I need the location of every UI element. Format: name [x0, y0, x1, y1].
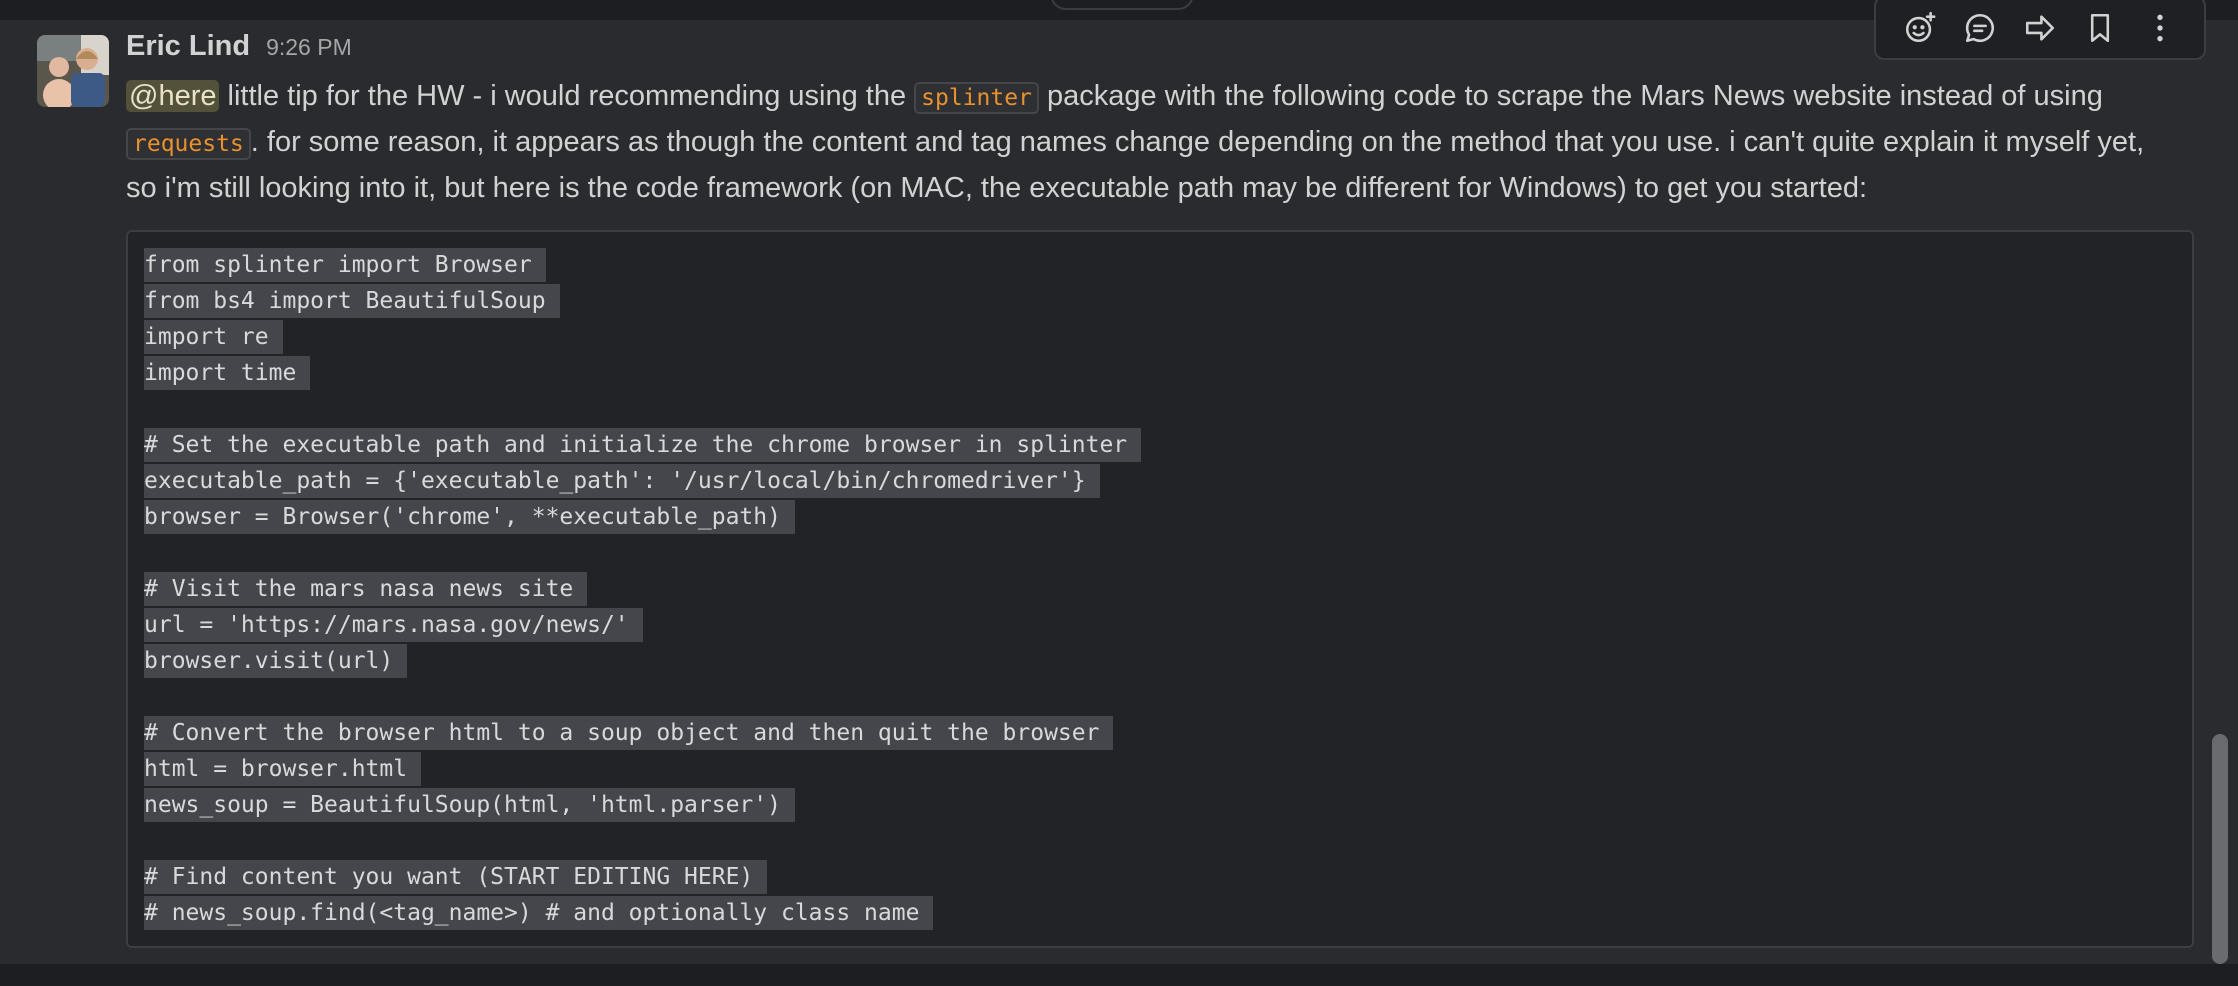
- message-body: @here little tip for the HW - i would re…: [126, 74, 2194, 210]
- code-line: import re: [144, 319, 2176, 355]
- code-line: # Find content you want (START EDITING H…: [144, 859, 2176, 895]
- message-line-1: @here little tip for the HW - i would re…: [126, 74, 2194, 120]
- message-text-3: . for some reason, it appears as though …: [250, 126, 2145, 158]
- code-line: executable_path = {'executable_path': '/…: [144, 463, 2176, 499]
- message-text-2: package with the following code to scrap…: [1038, 80, 2103, 112]
- bookmark-icon: [2090, 13, 2110, 43]
- code-line: browser = Browser('chrome', **executable…: [144, 499, 2176, 535]
- code-line: # Visit the mars nasa news site: [144, 571, 2176, 607]
- code-line: url = 'https://mars.nasa.gov/news/': [144, 607, 2176, 643]
- message-text-4: so i'm still looking into it, but here i…: [126, 172, 1868, 204]
- code-line: html = browser.html: [144, 751, 2176, 787]
- timestamp[interactable]: 9:26 PM: [266, 34, 352, 61]
- avatar-image: [37, 35, 109, 107]
- reply-thread-button[interactable]: [1956, 4, 2004, 52]
- code-line: # news_soup.find(<tag_name>) # and optio…: [144, 895, 2176, 931]
- add-reaction-button[interactable]: [1896, 4, 1944, 52]
- forward-button[interactable]: [2016, 4, 2064, 52]
- new-messages-pill[interactable]: [1050, 0, 1194, 10]
- bottom-bar: [0, 964, 2238, 986]
- inline-code-splinter: splinter: [914, 82, 1039, 114]
- code-line: from bs4 import BeautifulSoup: [144, 283, 2176, 319]
- reply-thread-icon: [1965, 13, 1994, 43]
- more-actions-icon: [2157, 14, 2163, 42]
- add-reaction-icon: [1905, 11, 1936, 43]
- more-actions-button[interactable]: [2136, 4, 2184, 52]
- here-mention[interactable]: @here: [126, 80, 220, 112]
- code-line: browser.visit(url): [144, 643, 2176, 679]
- message-line-2: requests. for some reason, it appears as…: [126, 120, 2194, 166]
- message: Eric Lind 9:26 PM @here little tip for t…: [126, 30, 2194, 948]
- avatar[interactable]: [37, 35, 109, 107]
- message-text-1: little tip for the HW - i would recommen…: [219, 80, 915, 112]
- code-block: from splinter import Browser from bs4 im…: [126, 230, 2194, 948]
- forward-icon: [2025, 15, 2055, 41]
- message-line-3: so i'm still looking into it, but here i…: [126, 166, 2194, 210]
- code-line: news_soup = BeautifulSoup(html, 'html.pa…: [144, 787, 2176, 823]
- message-actions-toolbar: [1874, 0, 2206, 60]
- sender-name[interactable]: Eric Lind: [126, 30, 250, 63]
- code-line: # Convert the browser html to a soup obj…: [144, 715, 2176, 751]
- inline-code-requests: requests: [126, 128, 251, 160]
- code-line: # Set the executable path and initialize…: [144, 427, 2176, 463]
- code-line: import time: [144, 355, 2176, 391]
- bookmark-button[interactable]: [2076, 4, 2124, 52]
- scrollbar-thumb[interactable]: [2212, 734, 2228, 964]
- code-line: from splinter import Browser: [144, 247, 2176, 283]
